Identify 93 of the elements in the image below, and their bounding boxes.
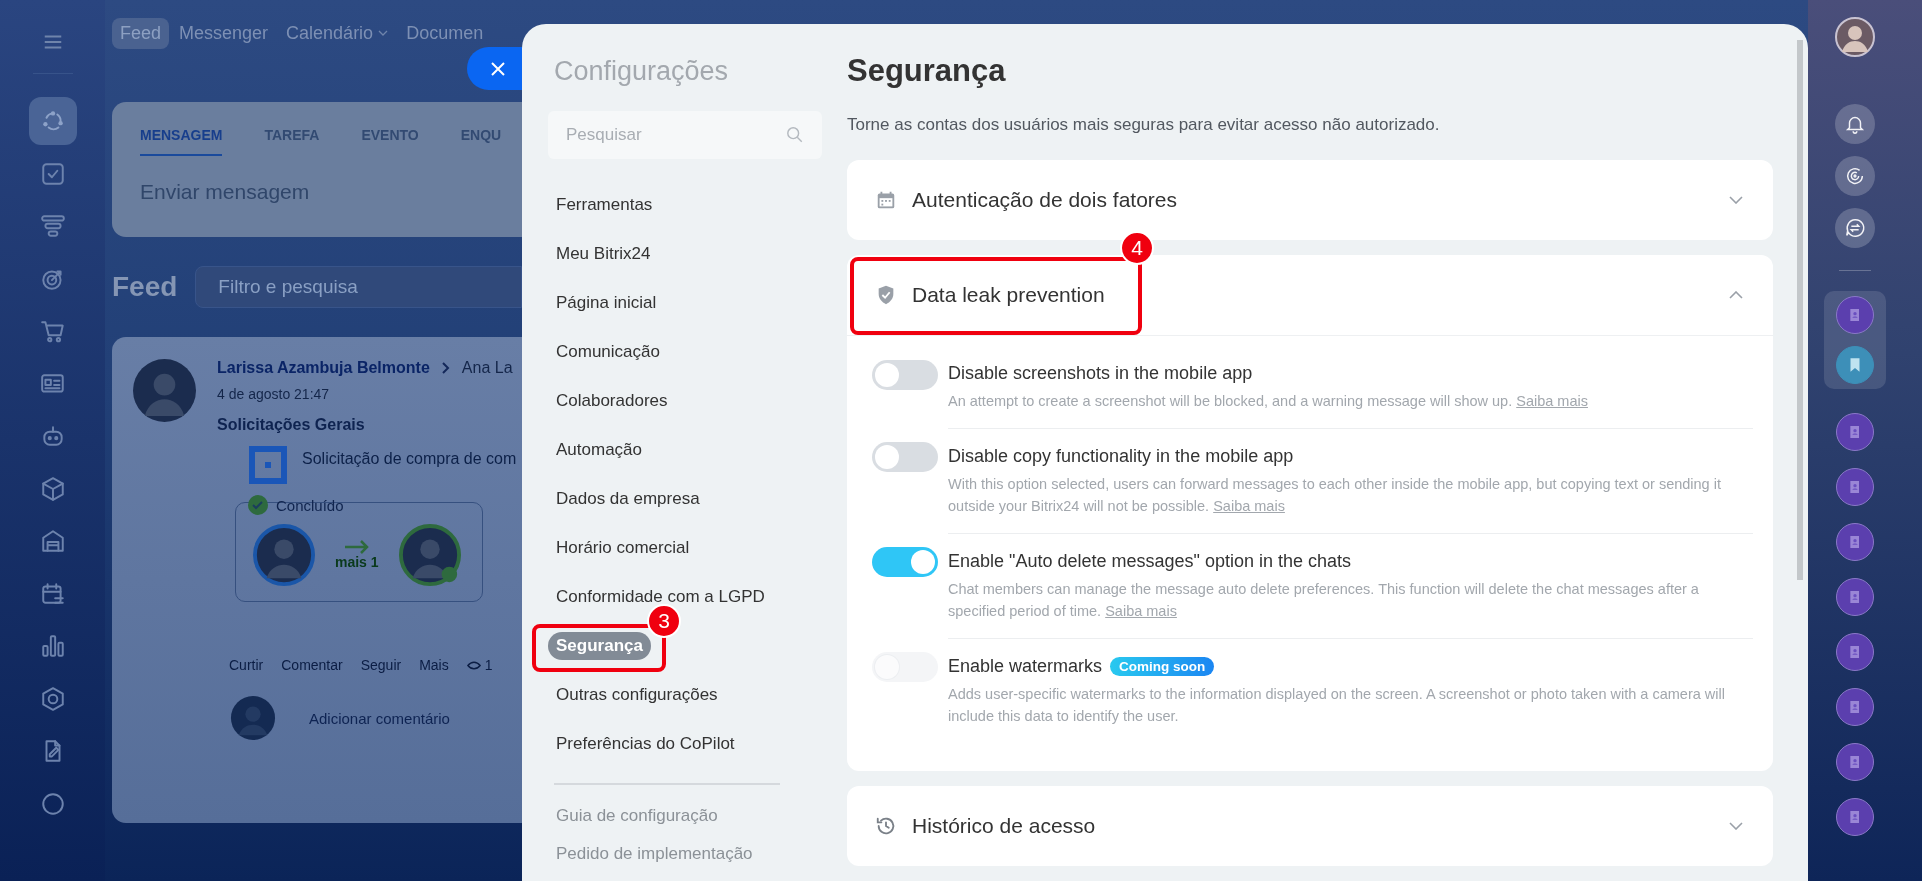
post-action[interactable]: Mais	[419, 657, 449, 673]
page-subtitle: Torne as contas dos usuários mais seguras para evitar acesso não autorizado.	[847, 114, 1441, 136]
scrollbar[interactable]	[1797, 40, 1803, 580]
toggle-switch[interactable]	[872, 360, 938, 390]
more-count: mais 1	[335, 554, 379, 570]
option-label: Enable "Auto delete messages" option in the chats	[948, 550, 1352, 573]
search-icon	[786, 126, 804, 144]
search-field[interactable]: Pesquisar	[548, 111, 822, 159]
option-label: Disable screenshots in the mobile app	[948, 362, 1253, 385]
chevron-right-icon	[441, 362, 450, 374]
eye-icon	[466, 660, 481, 670]
bookmark-icon[interactable]	[1836, 346, 1874, 384]
post-action[interactable]: Comentar	[281, 657, 343, 673]
option-description: Adds user-specific watermarks to the information displayed on the screen. A screenshot or photo taken with a camera will include this data to identify the user.	[948, 685, 1726, 726]
contact-book-icon[interactable]	[1836, 578, 1874, 616]
item-title[interactable]: Solicitação de compra de com	[302, 450, 517, 468]
post-action[interactable]: Curtir	[229, 657, 264, 673]
status-label: Concluído	[276, 496, 344, 514]
arrow-right-icon	[343, 540, 370, 554]
message-field[interactable]: Enviar mensagem	[140, 180, 522, 204]
option-label: Disable copy functionality in the mobile app	[948, 445, 1294, 468]
nav-item[interactable]: Segurança	[548, 631, 651, 660]
nav-item[interactable]: Ferramentas	[548, 190, 661, 219]
composer-tab[interactable]: MENSAGEM	[140, 119, 223, 156]
coming-soon-badge: Coming soon	[1110, 656, 1215, 676]
footer-link[interactable]: Guia de configuração	[548, 805, 840, 827]
option-description: Chat members can manage the message auto delete preferences. This function will delete the chat messages after a specified period of time. Saiba mais	[948, 580, 1700, 621]
nav-item[interactable]: Página inicial	[548, 288, 665, 317]
contact-book-icon[interactable]	[1836, 633, 1874, 671]
page-title: Segurança	[847, 52, 1007, 90]
contact-book-icon[interactable]	[1836, 798, 1874, 836]
toggle-switch[interactable]	[872, 442, 938, 472]
settings-title: Configurações	[553, 55, 730, 88]
option-description: With this option selected, users can forward messages to each other inside the mobile app, but copying text or sending it outside your Bitrix24 will not be possible. Saiba mais	[948, 475, 1722, 516]
nav-item[interactable]: Meu Bitrix24	[548, 239, 659, 268]
nav-item[interactable]: Dados da empresa	[548, 484, 708, 513]
nav-item[interactable]: Outras configurações	[548, 680, 726, 709]
learn-more-link[interactable]: Saiba mais	[1213, 498, 1285, 514]
close-icon	[491, 61, 505, 76]
section-title: Data leak prevention	[912, 283, 1106, 307]
circle-dots-icon[interactable]	[28, 97, 77, 146]
calendar-icon	[875, 189, 897, 211]
avatar	[133, 359, 196, 422]
post-title: Solicitações Gerais	[217, 416, 366, 434]
contact-book-icon[interactable]	[1836, 296, 1874, 334]
spiral-icon[interactable]	[1835, 156, 1875, 196]
feed-title: Feed	[112, 271, 178, 303]
post-date: 4 de agosto 21:47	[217, 386, 331, 402]
view-count: 1	[484, 657, 493, 673]
square-icon	[249, 446, 287, 484]
check-circle-icon	[248, 495, 268, 515]
callout-badge: 3	[647, 604, 681, 638]
composer-tab[interactable]: EVENTO	[361, 119, 419, 156]
learn-more-link[interactable]: Saiba mais	[1516, 393, 1588, 409]
contact-book-icon[interactable]	[1836, 688, 1874, 726]
history-icon	[875, 815, 897, 837]
composer-tab[interactable]: TAREFA	[264, 119, 320, 156]
close-button[interactable]	[467, 47, 522, 90]
avatar[interactable]	[1835, 17, 1875, 57]
nav-tab[interactable]: Calendário	[278, 17, 397, 49]
author-name[interactable]: Larissa Azambuja Belmonte	[217, 359, 430, 377]
nav-item[interactable]: Colaboradores	[548, 386, 676, 415]
section-title: Histórico de acesso	[912, 814, 1097, 838]
chat-arrows-icon[interactable]	[1835, 208, 1875, 248]
post-action[interactable]: Seguir	[360, 657, 402, 673]
nav-item[interactable]: Preferências do CoPilot	[548, 729, 743, 758]
filter-field[interactable]: Filtro e pesquisa	[195, 266, 522, 308]
option-description: An attempt to create a screenshot will be blocked, and a warning message will show up. Saiba mais	[948, 392, 1589, 411]
contact-book-icon[interactable]	[1836, 413, 1874, 451]
contact-book-icon[interactable]	[1836, 743, 1874, 781]
nav-item[interactable]: Comunicação	[548, 337, 668, 366]
comment-field[interactable]: Adicionar comentário	[309, 709, 450, 727]
nav-item[interactable]: Horário comercial	[548, 533, 698, 562]
avatar	[398, 524, 461, 586]
nav-tab[interactable]: Documen	[398, 17, 492, 49]
footer-link[interactable]: Pedido de implementação	[548, 843, 840, 865]
bell-icon[interactable]	[1835, 104, 1875, 144]
option-label: Enable watermarks	[948, 655, 1103, 678]
section-header[interactable]: Histórico de acesso	[847, 786, 1773, 866]
avatar	[253, 524, 315, 586]
learn-more-link[interactable]: Saiba mais	[1105, 603, 1177, 619]
chevron-down-icon	[378, 30, 389, 36]
section-header[interactable]: Autenticação de dois fatores	[847, 160, 1773, 240]
nav-tab[interactable]: Feed	[112, 17, 170, 49]
contact-book-icon[interactable]	[1836, 468, 1874, 506]
contact-book-icon[interactable]	[1836, 523, 1874, 561]
composer-tab[interactable]: ENQU	[460, 119, 502, 156]
nav-tab[interactable]: Messenger	[171, 17, 277, 49]
nav-item[interactable]: Automação	[548, 435, 650, 464]
recipient-name[interactable]: Ana La	[461, 359, 513, 377]
toggle-switch[interactable]	[872, 547, 938, 577]
avatar	[230, 695, 276, 741]
section-title: Autenticação de dois fatores	[912, 188, 1178, 212]
